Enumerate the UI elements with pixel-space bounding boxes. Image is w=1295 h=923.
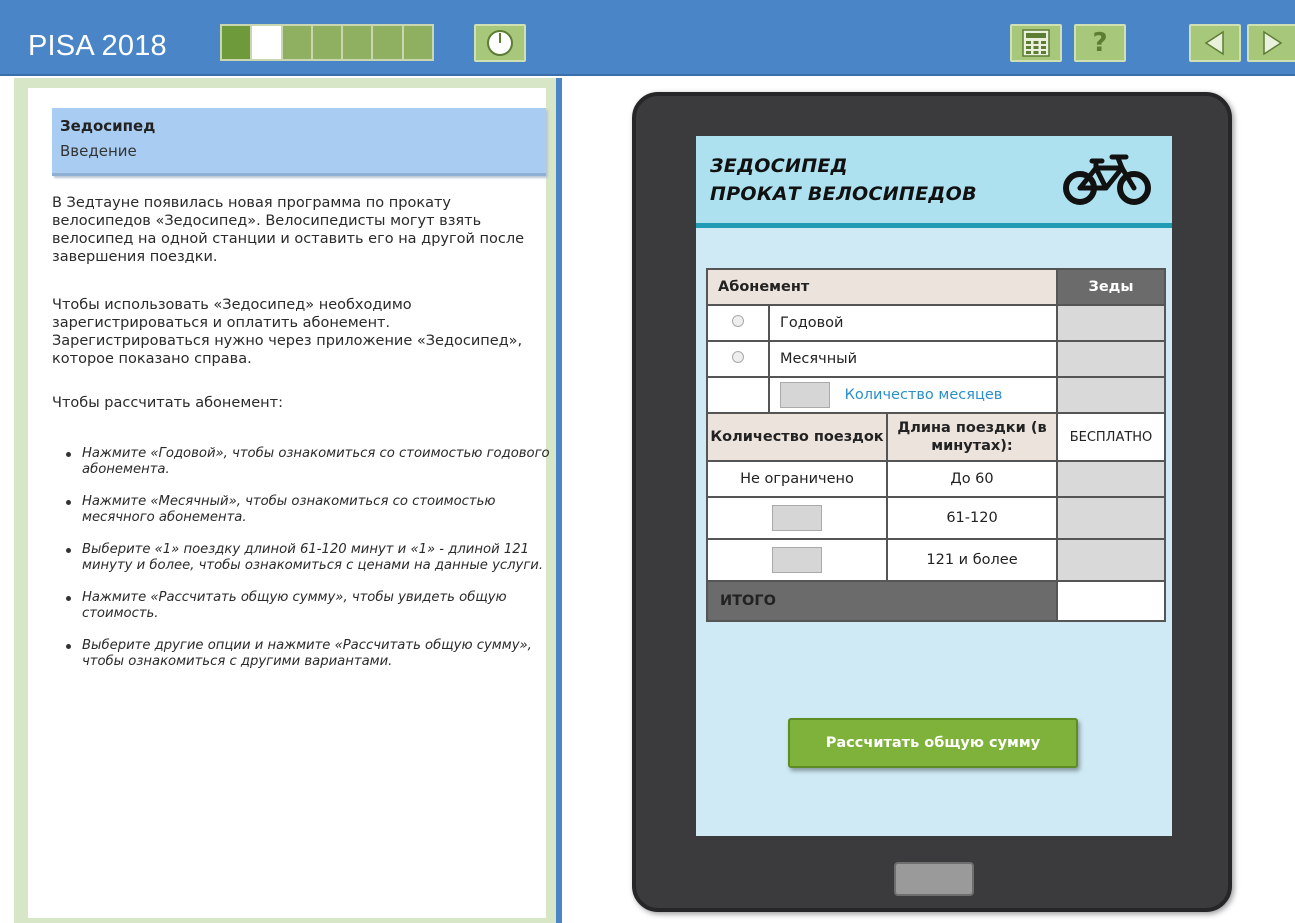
free-price-cell [1056, 460, 1166, 498]
instruction-list: Нажмите «Годовой», чтобы ознакомиться со… [52, 446, 552, 686]
timer-button[interactable] [474, 24, 526, 62]
app-header: ЗЕДОСИПЕД ПРОКАТ ВЕЛОСИПЕДОВ [696, 136, 1172, 228]
months-input[interactable] [780, 382, 830, 408]
app-title-line-1: ЗЕДОСИПЕД [710, 155, 848, 177]
forward-arrow-icon [1263, 30, 1283, 56]
free-header: БЕСПЛАТНО [1056, 412, 1166, 462]
list-item: Нажмите «Месячный», чтобы ознакомиться с… [52, 494, 552, 526]
calculator-icon [1022, 29, 1050, 57]
progress-segment-current [252, 26, 283, 59]
back-button[interactable] [1189, 24, 1241, 62]
duration-up-to-60: До 60 [886, 460, 1058, 498]
rides-121-plus-cell [706, 538, 888, 582]
progress-segment [312, 26, 344, 59]
total-label: ИТОГО [706, 580, 1058, 622]
rides-61-120-cell [706, 496, 888, 540]
progress-segment [343, 26, 374, 59]
months-label: Количество месяцев [844, 387, 1003, 403]
help-button[interactable]: ? [1074, 24, 1126, 62]
yearly-price-cell [1056, 304, 1166, 342]
timer-icon [487, 30, 513, 56]
registration-paragraph: Чтобы использовать «Зедосипед» необходим… [52, 297, 523, 367]
top-toolbar: PISA 2018 ? [0, 0, 1295, 76]
monthly-radio-cell[interactable] [706, 340, 770, 378]
rides-121-plus-input[interactable] [772, 547, 822, 573]
yearly-option-label[interactable]: Годовой [768, 304, 1058, 342]
duration-header: Длина поездки (в минутах): [886, 412, 1058, 462]
subscription-header: Абонемент [706, 268, 1058, 306]
stimulus-panel: Зедосипед Введение В Зедтауне появилась … [14, 78, 562, 923]
total-value-cell [1056, 580, 1166, 622]
bullet-icon [66, 500, 71, 505]
calculator-button[interactable] [1010, 24, 1062, 62]
progress-bar [220, 24, 434, 61]
progress-segment [282, 26, 313, 59]
unit-title: Зедосипед [60, 117, 156, 135]
instructions-lead: Чтобы рассчитать абонемент: [52, 395, 283, 411]
list-item: Нажмите «Рассчитать общую сумму», чтобы … [52, 590, 552, 622]
back-arrow-icon [1204, 30, 1224, 56]
unlimited-rides-cell: Не ограничено [706, 460, 888, 498]
duration-61-120: 61-120 [886, 496, 1058, 540]
subscription-table: Абонемент Зеды Годовой Месячный Количест… [706, 268, 1166, 622]
months-row: Количество месяцев [768, 376, 1058, 414]
pisa-window: PISA 2018 ? Зедосипед Введение В Зедтаун… [0, 0, 1295, 923]
bullet-icon [66, 596, 71, 601]
app-title: PISA 2018 [28, 30, 167, 62]
stimulus-content: Зедосипед Введение В Зедтауне появилась … [28, 88, 550, 918]
app-title-line-2: ПРОКАТ ВЕЛОСИПЕДОВ [710, 183, 977, 205]
progress-segment [403, 26, 432, 59]
app-screen-title: ЗЕДОСИПЕД ПРОКАТ ВЕЛОСИПЕДОВ [710, 152, 977, 208]
months-price-cell [1056, 376, 1166, 414]
tablet-device: ЗЕДОСИПЕД ПРОКАТ ВЕЛОСИПЕДОВ Абонемент З… [632, 92, 1232, 912]
yearly-radio[interactable] [732, 315, 744, 327]
yearly-radio-cell[interactable] [706, 304, 770, 342]
price-121-plus-cell [1056, 538, 1166, 582]
unit-subtitle: Введение [60, 142, 137, 160]
progress-segment [373, 26, 404, 59]
bicycle-icon [1063, 154, 1151, 205]
list-item: Нажмите «Годовой», чтобы ознакомиться со… [52, 446, 552, 478]
rides-61-120-input[interactable] [772, 505, 822, 531]
help-icon: ? [1092, 28, 1108, 58]
progress-segment [222, 26, 253, 59]
app-screen: ЗЕДОСИПЕД ПРОКАТ ВЕЛОСИПЕДОВ Абонемент З… [696, 136, 1172, 836]
empty-cell [706, 376, 770, 414]
unit-header: Зедосипед Введение [52, 108, 546, 176]
monthly-radio[interactable] [732, 351, 744, 363]
tablet-home-button [894, 862, 974, 896]
duration-121-plus: 121 и более [886, 538, 1058, 582]
price-61-120-cell [1056, 496, 1166, 540]
bullet-icon [66, 644, 71, 649]
forward-button[interactable] [1247, 24, 1295, 62]
calculate-total-button[interactable]: Рассчитать общую сумму [788, 718, 1078, 768]
bullet-icon [66, 452, 71, 457]
bullet-icon [66, 548, 71, 553]
zeds-header: Зеды [1056, 268, 1166, 306]
monthly-price-cell [1056, 340, 1166, 378]
rides-header: Количество поездок [706, 412, 888, 462]
list-item: Выберите другие опции и нажмите «Рассчит… [52, 638, 552, 670]
list-item: Выберите «1» поездку длиной 61-120 минут… [52, 542, 552, 574]
intro-paragraph: В Зедтауне появилась новая программа по … [52, 195, 525, 265]
monthly-option-label[interactable]: Месячный [768, 340, 1058, 378]
